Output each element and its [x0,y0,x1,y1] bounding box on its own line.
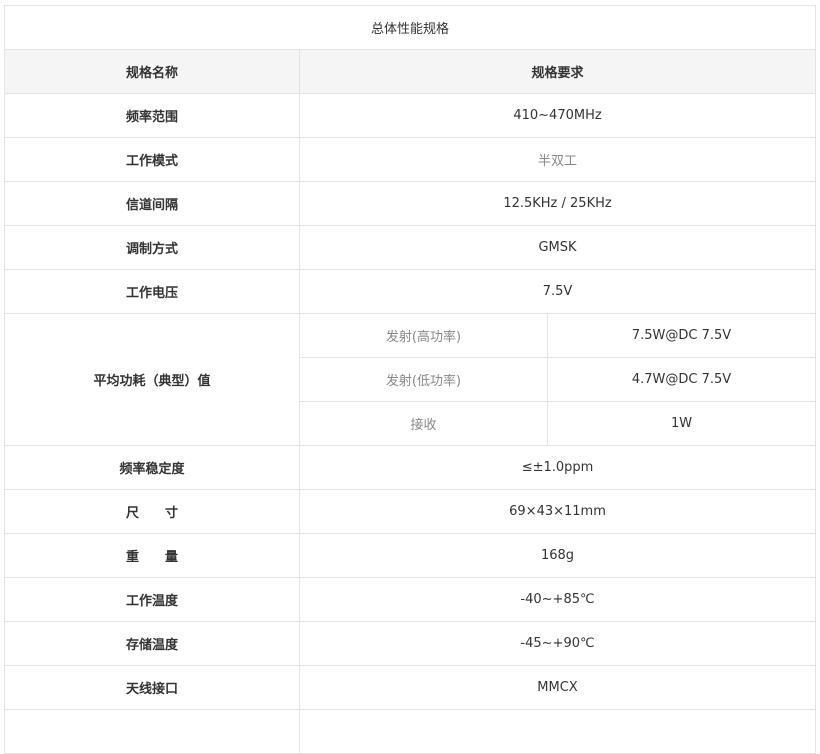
row-name: 尺 寸 [4,489,300,534]
row-value: 12.5KHz / 25KHz [298,181,817,226]
sub-row-label: 发射(高功率) [299,313,548,358]
table-header-row: 规格名称 规格要求 [4,49,817,94]
table-title-row: 总体性能规格 [3,5,817,50]
row-value: 410~470MHz [298,93,817,138]
table-row: 工作温度 -40~+85℃ [4,577,817,622]
table-row: 重 量 168g [4,533,817,578]
row-name: 工作温度 [4,577,300,622]
row-value: 168g [298,533,817,578]
table-row-empty [4,709,817,754]
table-row: 频率稳定度 ≤±1.0ppm [4,445,817,490]
row-value: 半双工 [298,137,817,182]
row-name: 平均功耗（典型）值 [4,313,300,446]
table-row: 信道间隔 12.5KHz / 25KHz [4,181,817,226]
row-value: 7.5V [298,269,817,314]
row-value: GMSK [298,225,817,270]
row-name: 工作电压 [4,269,300,314]
table-row: 频率范围 410~470MHz [4,93,817,138]
sub-row-value: 4.7W@DC 7.5V [546,357,817,402]
header-spec-requirement: 规格要求 [298,49,817,94]
row-name: 存储温度 [4,621,300,666]
table-row: 尺 寸 69×43×11mm [4,489,817,534]
row-name: 信道间隔 [4,181,300,226]
table-row: 调制方式 GMSK [4,225,817,270]
row-value: 69×43×11mm [298,489,817,534]
empty-cell [4,709,300,754]
table-row: 天线接口 MMCX [4,665,817,710]
empty-cell [298,709,817,754]
row-name: 频率范围 [4,93,300,138]
row-name: 重 量 [4,533,300,578]
row-value: MMCX [298,665,817,710]
table-row: 平均功耗（典型）值 发射(高功率) 7.5W@DC 7.5V [4,313,817,446]
header-spec-name: 规格名称 [4,49,300,94]
row-name: 频率稳定度 [4,445,300,490]
row-value: -40~+85℃ [298,577,817,622]
table-row: 工作电压 7.5V [4,269,817,314]
sub-row-value: 1W [546,401,817,446]
sub-row-value: 7.5W@DC 7.5V [546,313,817,358]
row-name: 调制方式 [4,225,300,270]
sub-row-label: 接收 [299,401,548,446]
row-value: -45~+90℃ [298,621,817,666]
table-row: 工作模式 半双工 [4,137,817,182]
sub-row-label: 发射(低功率) [299,357,548,402]
table-row: 存储温度 -45~+90℃ [4,621,817,666]
table-title: 总体性能规格 [3,5,817,50]
spec-table: 总体性能规格 规格名称 规格要求 频率范围 410~470MHz 工作模式 半双… [3,5,817,754]
row-name: 天线接口 [4,665,300,710]
row-name: 工作模式 [4,137,300,182]
row-value: ≤±1.0ppm [298,445,817,490]
